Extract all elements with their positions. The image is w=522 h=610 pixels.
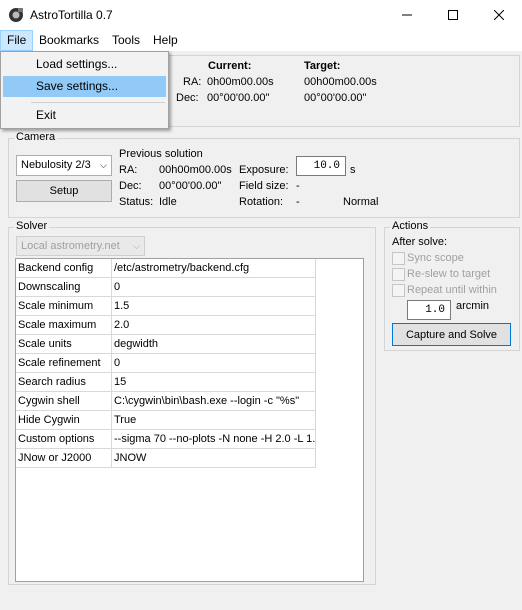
app-icon bbox=[9, 8, 23, 22]
previous-solution-label: Previous solution bbox=[119, 148, 203, 160]
status-bar bbox=[0, 587, 522, 610]
reslew-label: Re-slew to target bbox=[407, 268, 491, 280]
prev-ra-value: 00h00m00.00s bbox=[159, 164, 232, 176]
menu-item-save-settings[interactable]: Save settings... bbox=[3, 76, 166, 97]
sync-scope-checkbox[interactable] bbox=[392, 252, 405, 265]
setting-value[interactable]: /etc/astrometry/backend.cfg bbox=[112, 259, 316, 278]
setting-value[interactable]: degwidth bbox=[112, 335, 316, 354]
menu-separator bbox=[31, 102, 165, 103]
minimize-button[interactable] bbox=[384, 0, 430, 30]
menu-item-load-settings[interactable]: Load settings... bbox=[3, 54, 166, 75]
minimize-icon bbox=[402, 14, 412, 16]
table-row[interactable]: Search radius 15 bbox=[16, 373, 316, 392]
field-size-value: - bbox=[296, 180, 300, 192]
setting-value[interactable]: 2.0 bbox=[112, 316, 316, 335]
actions-legend: Actions bbox=[390, 220, 431, 232]
table-row[interactable]: Cygwin shell C:\cygwin\bin\bash.exe --log… bbox=[16, 392, 316, 411]
menu-item-exit[interactable]: Exit bbox=[3, 105, 166, 126]
maximize-button[interactable] bbox=[430, 0, 476, 30]
camera-select[interactable]: Nebulosity 2/3 ⌵ bbox=[16, 155, 112, 176]
setting-key: Backend config bbox=[16, 259, 112, 278]
exposure-unit: s bbox=[350, 164, 356, 176]
solver-legend: Solver bbox=[14, 220, 50, 232]
table-row[interactable]: Scale refinement 0 bbox=[16, 354, 316, 373]
setting-value[interactable]: 1.5 bbox=[112, 297, 316, 316]
setting-key: JNow or J2000 bbox=[16, 449, 112, 468]
chevron-down-icon: ⌵ bbox=[133, 241, 140, 251]
rotation-value: - bbox=[296, 196, 300, 208]
setting-key: Cygwin shell bbox=[16, 392, 112, 411]
menu-help[interactable]: Help bbox=[147, 30, 184, 51]
exposure-input[interactable]: 10.0 bbox=[296, 156, 346, 176]
parity-value: Normal bbox=[343, 196, 379, 208]
setting-value[interactable]: 0 bbox=[112, 354, 316, 373]
solver-settings-table[interactable]: Backend config/etc/astrometry/backend.cf… bbox=[15, 258, 364, 582]
setting-key: Search radius bbox=[16, 373, 112, 392]
camera-select-value: Nebulosity 2/3 bbox=[21, 159, 91, 171]
prev-dec-value: 00°00'00.00" bbox=[159, 180, 222, 192]
current-label: Current: bbox=[208, 60, 252, 72]
setting-key: Downscaling bbox=[16, 278, 112, 297]
table-row[interactable]: Scale maximum 2.0 bbox=[16, 316, 316, 335]
setting-value[interactable]: True bbox=[112, 411, 316, 430]
setting-value[interactable]: JNOW bbox=[112, 449, 316, 468]
arcmin-unit: arcmin bbox=[456, 300, 490, 312]
table-row[interactable]: Backend config/etc/astrometry/backend.cf… bbox=[16, 259, 316, 278]
file-menu-dropdown: Load settings... Save settings... Exit bbox=[0, 51, 169, 129]
setting-key: Scale minimum bbox=[16, 297, 112, 316]
setup-button[interactable]: Setup bbox=[16, 180, 112, 202]
capture-and-solve-button[interactable]: Capture and Solve bbox=[392, 323, 511, 346]
camera-legend: Camera bbox=[14, 131, 58, 143]
menu-tools[interactable]: Tools bbox=[106, 30, 146, 51]
table-row[interactable]: Hide Cygwin True bbox=[16, 411, 316, 430]
setting-value[interactable]: --sigma 70 --no-plots -N none -H 2.0 -L … bbox=[112, 430, 316, 449]
table-row[interactable]: Scale minimum 1.5 bbox=[16, 297, 316, 316]
setting-key: Hide Cygwin bbox=[16, 411, 112, 430]
arcmin-input[interactable]: 1.0 bbox=[407, 300, 451, 320]
table-row[interactable]: JNow or J2000 JNOW bbox=[16, 449, 316, 468]
current-ra: 0h00m00.00s bbox=[207, 76, 274, 88]
target-dec: 00°00'00.00" bbox=[304, 92, 367, 104]
table-row[interactable]: Downscaling 0 bbox=[16, 278, 316, 297]
chevron-down-icon: ⌵ bbox=[100, 160, 107, 170]
setting-value[interactable]: 0 bbox=[112, 278, 316, 297]
target-ra: 00h00m00.00s bbox=[304, 76, 377, 88]
setting-key: Scale maximum bbox=[16, 316, 112, 335]
ra-label: RA: bbox=[183, 76, 202, 88]
status-label: Status: bbox=[119, 196, 154, 208]
current-dec: 00°00'00.00" bbox=[207, 92, 270, 104]
rotation-label: Rotation: bbox=[239, 196, 284, 208]
table-row[interactable]: Custom options --sigma 70 --no-plots -N n… bbox=[16, 430, 316, 449]
reslew-checkbox[interactable] bbox=[392, 268, 405, 281]
exposure-label: Exposure: bbox=[239, 164, 289, 176]
close-button[interactable] bbox=[476, 0, 522, 30]
sync-scope-label: Sync scope bbox=[407, 252, 464, 264]
dec-label: Dec: bbox=[176, 92, 199, 104]
setting-key: Custom options bbox=[16, 430, 112, 449]
menu-bookmarks[interactable]: Bookmarks bbox=[33, 30, 105, 51]
window-title: AstroTortilla 0.7 bbox=[30, 8, 113, 22]
after-solve-label: After solve: bbox=[392, 236, 448, 248]
setting-key: Scale refinement bbox=[16, 354, 112, 373]
status-value: Idle bbox=[159, 196, 177, 208]
maximize-icon bbox=[448, 10, 458, 20]
table-row[interactable]: Scale units degwidth bbox=[16, 335, 316, 354]
setting-value[interactable]: C:\cygwin\bin\bash.exe --login -c "%s" bbox=[112, 392, 316, 411]
setting-key: Scale units bbox=[16, 335, 112, 354]
repeat-label: Repeat until within bbox=[407, 284, 497, 296]
menu-file[interactable]: File bbox=[0, 30, 34, 51]
prev-ra-label: RA: bbox=[119, 164, 138, 176]
close-icon bbox=[494, 10, 504, 20]
solver-select-value: Local astrometry.net bbox=[21, 240, 120, 252]
setting-value[interactable]: 15 bbox=[112, 373, 316, 392]
solver-select[interactable]: Local astrometry.net ⌵ bbox=[16, 236, 145, 256]
field-size-label: Field size: bbox=[239, 180, 289, 192]
repeat-checkbox[interactable] bbox=[392, 284, 405, 297]
target-label: Target: bbox=[304, 60, 341, 72]
prev-dec-label: Dec: bbox=[119, 180, 142, 192]
